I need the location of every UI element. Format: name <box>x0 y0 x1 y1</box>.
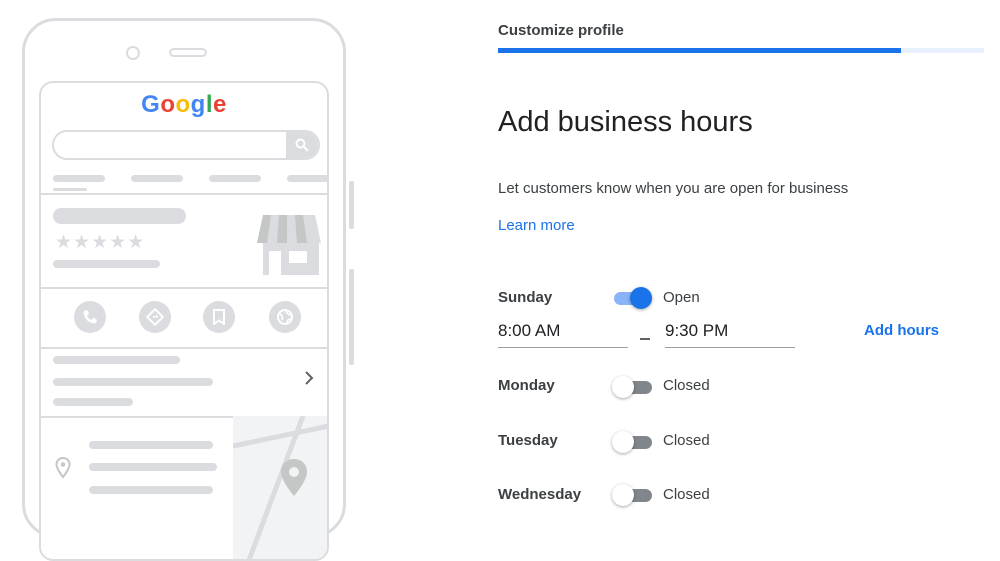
page-title: Add business hours <box>498 106 753 138</box>
phone-icon <box>74 301 106 333</box>
chevron-right-icon <box>303 370 315 391</box>
placeholder-line <box>53 378 213 386</box>
placeholder-line <box>89 486 213 494</box>
logo-letter: l <box>205 91 213 118</box>
phone-camera <box>126 46 140 60</box>
toggle-knob <box>612 376 634 398</box>
placeholder-line <box>53 260 160 268</box>
placeholder-business-name <box>53 208 186 224</box>
phone-screen: Google ★★★★★ <box>39 81 329 561</box>
time-range-dash <box>640 338 650 340</box>
toggle-wednesday[interactable] <box>612 484 652 506</box>
day-label-sunday: Sunday <box>498 289 553 306</box>
google-logo: Google <box>41 91 327 119</box>
placeholder-tab <box>287 175 327 182</box>
step-title: Customize profile <box>498 22 624 39</box>
phone-speaker <box>169 48 207 57</box>
search-icon <box>286 132 318 158</box>
opening-time-field[interactable]: 8:00 AM <box>498 318 628 348</box>
placeholder-line <box>53 398 133 406</box>
toggle-knob <box>630 287 652 309</box>
day-label-monday: Monday <box>498 377 555 394</box>
closing-time-field[interactable]: 9:30 PM <box>665 318 795 348</box>
divider <box>41 193 327 195</box>
status-tuesday: Closed <box>663 432 710 449</box>
status-monday: Closed <box>663 377 710 394</box>
logo-letter: e <box>213 91 227 118</box>
logo-letter: o <box>160 91 176 118</box>
location-pin-icon <box>55 456 71 484</box>
toggle-knob <box>612 484 634 506</box>
toggle-monday[interactable] <box>612 376 652 398</box>
mock-search-bar <box>52 130 320 160</box>
bookmark-icon <box>203 301 235 333</box>
day-label-wednesday: Wednesday <box>498 486 582 503</box>
divider <box>41 347 327 349</box>
placeholder-line <box>89 441 213 449</box>
placeholder-tab <box>53 175 105 182</box>
day-label-tuesday: Tuesday <box>498 432 558 449</box>
phone-side-button <box>349 181 354 229</box>
globe-icon <box>269 301 301 333</box>
toggle-tuesday[interactable] <box>612 431 652 453</box>
store-icon <box>255 213 321 280</box>
placeholder-line <box>53 356 180 364</box>
opening-time-value: 8:00 AM <box>498 321 561 340</box>
learn-more-link[interactable]: Learn more <box>498 217 575 234</box>
add-hours-button[interactable]: Add hours <box>864 322 939 339</box>
toggle-sunday[interactable] <box>612 287 652 309</box>
placeholder-line <box>89 463 217 471</box>
logo-letter: G <box>141 91 161 118</box>
progress-bar <box>498 48 984 53</box>
status-wednesday: Closed <box>663 486 710 503</box>
page-subtitle: Let customers know when you are open for… <box>498 180 849 197</box>
placeholder-tab <box>131 175 183 182</box>
directions-icon <box>139 301 171 333</box>
placeholder-tab <box>209 175 261 182</box>
logo-letter: g <box>190 91 206 118</box>
map-pin-icon <box>279 458 309 503</box>
closing-time-value: 9:30 PM <box>665 321 729 340</box>
map-thumbnail <box>233 416 327 559</box>
phone-illustration: Google ★★★★★ <box>22 18 354 561</box>
toggle-knob <box>612 431 634 453</box>
progress-bar-fill <box>498 48 902 53</box>
rating-stars: ★★★★★ <box>55 232 146 253</box>
divider <box>41 287 327 289</box>
status-sunday: Open <box>663 289 700 306</box>
placeholder-tab-indicator <box>53 188 87 191</box>
phone-side-button <box>349 269 354 365</box>
logo-letter: o <box>175 91 191 118</box>
